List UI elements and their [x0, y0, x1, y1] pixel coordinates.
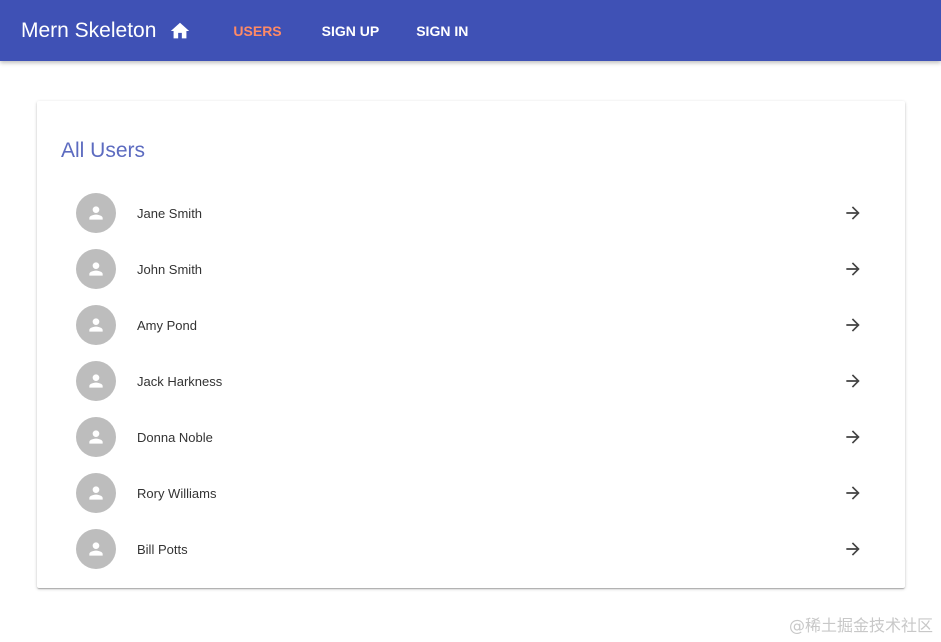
app-bar: Mern Skeleton USERS SIGN UP SIGN IN [0, 0, 941, 61]
avatar [76, 249, 116, 289]
user-list-item[interactable]: Bill Potts [37, 521, 905, 577]
avatar [76, 417, 116, 457]
view-user-button[interactable] [841, 481, 865, 505]
arrow-forward-icon [846, 542, 860, 556]
arrow-forward-icon [846, 206, 860, 220]
user-name: Rory Williams [137, 485, 217, 501]
user-name: Jack Harkness [137, 373, 223, 389]
watermark: @稀土掘金技术社区 [788, 616, 933, 635]
users-card: All Users Jane Smith John Smith Amy Pond… [37, 101, 905, 588]
arrow-forward-icon [846, 430, 860, 444]
home-button[interactable] [168, 19, 192, 43]
avatar [76, 305, 116, 345]
arrow-forward-icon [846, 486, 860, 500]
avatar [76, 473, 116, 513]
user-name: Bill Potts [137, 541, 188, 557]
user-name: Donna Noble [137, 429, 213, 445]
avatar [76, 193, 116, 233]
user-list-item[interactable]: Amy Pond [37, 297, 905, 353]
user-name: Amy Pond [137, 317, 197, 333]
user-list-item[interactable]: Jane Smith [37, 185, 905, 241]
user-list: Jane Smith John Smith Amy Pond Jack Hark… [37, 185, 905, 577]
view-user-button[interactable] [841, 313, 865, 337]
user-list-item[interactable]: Rory Williams [37, 465, 905, 521]
nav-signup-button[interactable]: SIGN UP [314, 17, 388, 45]
person-icon [89, 374, 103, 388]
arrow-forward-icon [846, 262, 860, 276]
view-user-button[interactable] [841, 425, 865, 449]
view-user-button[interactable] [841, 257, 865, 281]
user-name: John Smith [137, 261, 203, 277]
home-icon [171, 22, 190, 38]
user-list-item[interactable]: Donna Noble [37, 409, 905, 465]
person-icon [89, 542, 103, 556]
person-icon [89, 430, 103, 444]
user-list-item[interactable]: Jack Harkness [37, 353, 905, 409]
view-user-button[interactable] [841, 537, 865, 561]
user-name: Jane Smith [137, 205, 203, 221]
card-title: All Users [61, 139, 146, 162]
person-icon [89, 206, 103, 220]
view-user-button[interactable] [841, 369, 865, 393]
arrow-forward-icon [846, 374, 860, 388]
user-list-item[interactable]: John Smith [37, 241, 905, 297]
arrow-forward-icon [846, 318, 860, 332]
person-icon [89, 262, 103, 276]
avatar [76, 361, 116, 401]
nav-signin-button[interactable]: SIGN IN [408, 17, 476, 45]
person-icon [89, 318, 103, 332]
avatar [76, 529, 116, 569]
view-user-button[interactable] [841, 201, 865, 225]
nav-users-button[interactable]: USERS [225, 17, 289, 45]
person-icon [89, 486, 103, 500]
app-title: Mern Skeleton [21, 18, 157, 42]
